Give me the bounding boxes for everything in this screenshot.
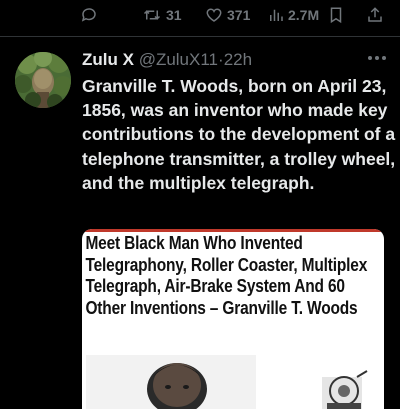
like-count: 371 [227,7,251,23]
reply-icon [80,6,98,24]
avatar[interactable] [15,52,71,108]
bookmark-icon [328,6,344,24]
reply-button[interactable] [80,6,102,24]
share-icon [366,6,384,24]
avatar-image [15,52,71,108]
bookmark-button[interactable] [328,6,344,24]
tweet-divider [0,36,400,37]
share-button[interactable] [366,6,384,24]
media-headline: Meet Black Man Who Invented Telegraphony… [85,233,368,318]
view-count: 2.7M [288,7,320,23]
retweet-icon [142,6,162,24]
tweet-text: Granville T. Woods, born on April 23, 18… [82,76,396,193]
retweet-count: 31 [166,7,182,23]
display-name[interactable]: Zulu X [82,50,134,69]
tweet-time[interactable]: 22h [224,50,252,69]
retweet-button[interactable]: 31 [142,6,182,24]
more-options-button[interactable] [368,56,386,60]
like-icon [205,6,223,24]
telegraph-device-image [322,370,368,409]
tweet-media[interactable]: Meet Black Man Who Invented Telegraphony… [82,229,384,409]
user-handle[interactable]: @ZuluX11 [139,50,218,69]
more-icon [368,56,386,60]
views-button[interactable]: 2.7M [268,6,319,24]
tweet-action-bar: 31 371 2.7M [0,0,400,30]
tweet-header: Zulu X @ZuluX11·22h [82,50,390,74]
like-button[interactable]: 371 [205,6,250,24]
views-icon [268,6,284,24]
